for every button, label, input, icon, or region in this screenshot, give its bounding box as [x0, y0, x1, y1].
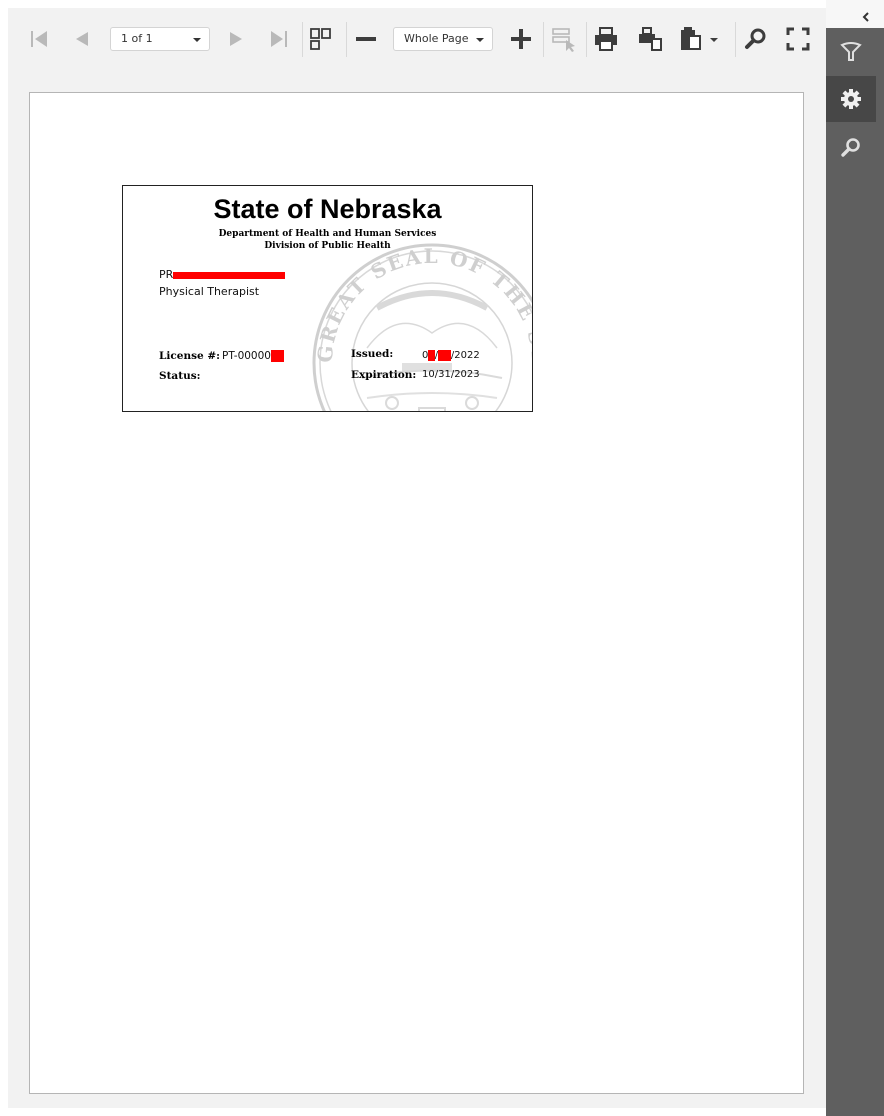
toolbar-separator [302, 22, 303, 57]
license-prefix: PT-00000 [222, 350, 271, 362]
state-seal-watermark: GREAT SEAL OF THE STATE OF NEBRASKA [307, 238, 533, 411]
print-icon [595, 27, 617, 51]
expiration-date: 10/31/2023 [422, 369, 480, 380]
export-icon [681, 27, 718, 50]
toolbar-separator [543, 22, 544, 57]
fullscreen-button[interactable] [781, 22, 815, 56]
collapse-sidebar-button[interactable] [851, 5, 881, 29]
settings-icon [841, 89, 861, 109]
redacted-name [173, 271, 286, 279]
export-button[interactable] [676, 22, 722, 56]
previous-page-icon [76, 32, 88, 46]
page-selector-value: 1 of 1 [121, 32, 153, 45]
zoom-out-icon [356, 37, 376, 41]
first-page-icon [31, 31, 47, 47]
fullscreen-icon [786, 27, 810, 51]
svg-text:GREAT SEAL OF THE STATE OF NEB: GREAT SEAL OF THE STATE OF NEBRASKA [307, 238, 533, 364]
zoom-selector[interactable]: Whole Page [393, 27, 493, 51]
multipage-icon [310, 28, 331, 50]
zoom-out-button[interactable] [349, 22, 383, 56]
zoom-selector-value: Whole Page [404, 32, 469, 45]
zoom-in-button[interactable] [504, 22, 538, 56]
print-button[interactable] [589, 22, 623, 56]
toolbar-separator [586, 22, 587, 57]
division-line: Division of Public Health [264, 241, 391, 251]
print-page-button[interactable] [633, 22, 667, 56]
expiration-label: Expiration: [351, 369, 417, 381]
licensee-name: PR [159, 268, 286, 281]
toolbar-separator [735, 22, 736, 57]
status-label: Status: [159, 370, 201, 382]
redacted-issued-day: 09 [438, 350, 451, 361]
issued-date-year: /2022 [450, 350, 480, 361]
licensee-name-visible: PR [159, 268, 174, 281]
search-panel-button[interactable] [826, 125, 876, 171]
document-page: GREAT SEAL OF THE STATE OF NEBRASKA Stat… [29, 92, 804, 1094]
highlight-editing-fields-button[interactable] [547, 22, 581, 56]
multipage-button[interactable] [304, 22, 338, 56]
search-icon [841, 138, 860, 157]
next-page-icon [230, 32, 242, 46]
chevron-down-icon [476, 38, 484, 42]
settings-panel-button[interactable] [826, 76, 876, 122]
search-icon [745, 28, 766, 49]
issued-label: Issued: [351, 348, 394, 360]
first-page-button[interactable] [22, 22, 56, 56]
next-page-button[interactable] [219, 22, 253, 56]
last-page-icon [271, 31, 287, 47]
issued-date: 02/09/2022 [422, 350, 480, 361]
zoom-in-icon [511, 29, 531, 49]
chevron-down-icon [193, 38, 201, 42]
print-page-icon [639, 27, 662, 51]
license-label: License #: [159, 350, 221, 362]
collapse-chevron-icon [862, 12, 869, 22]
highlight-editing-fields-icon [552, 28, 575, 52]
license-card: GREAT SEAL OF THE STATE OF NEBRASKA Stat… [122, 185, 533, 412]
previous-page-button[interactable] [65, 22, 99, 56]
redacted-license-digits: 43 [270, 350, 285, 362]
search-button[interactable] [739, 22, 773, 56]
profession: Physical Therapist [159, 285, 260, 298]
toolbar-separator [346, 22, 347, 57]
card-title: State of Nebraska [213, 194, 442, 224]
last-page-button[interactable] [262, 22, 296, 56]
filter-icon [840, 42, 862, 61]
filter-panel-button[interactable] [826, 29, 876, 75]
license-number: PT-0000043 [222, 350, 285, 362]
page-selector[interactable]: 1 of 1 [110, 27, 210, 51]
department-line: Department of Health and Human Services [218, 229, 437, 239]
